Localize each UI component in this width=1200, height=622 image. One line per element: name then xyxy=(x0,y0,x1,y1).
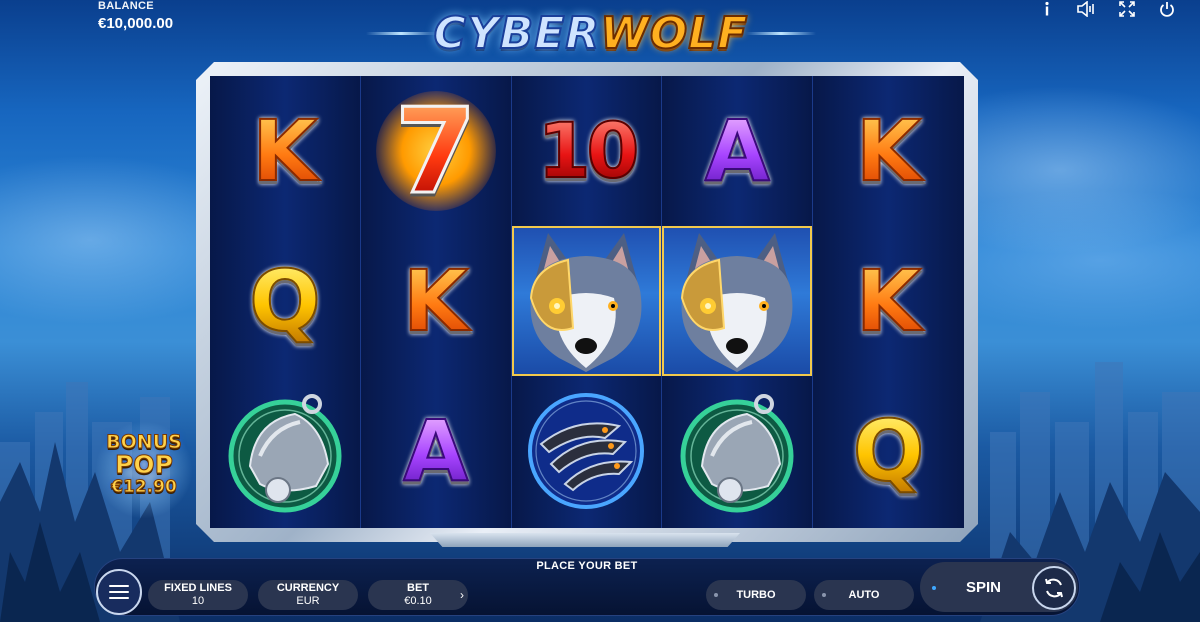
spin-label: SPIN xyxy=(966,579,1002,596)
chevron-right-icon[interactable]: › xyxy=(460,588,464,602)
hamburger-icon xyxy=(109,585,129,587)
info-icon[interactable] xyxy=(1036,0,1058,18)
fixed-lines-display: FIXED LINES 10 xyxy=(148,580,248,610)
turbo-indicator-dot xyxy=(714,593,718,597)
menu-button[interactable] xyxy=(96,569,142,615)
symbol-q: Q xyxy=(852,402,925,500)
cyber-wolf-icon xyxy=(530,233,642,372)
balance-label: BALANCE xyxy=(98,0,154,12)
currency-selector[interactable]: CURRENCY EUR xyxy=(258,580,358,610)
fixed-lines-label: FIXED LINES xyxy=(164,582,232,594)
symbol-k: K xyxy=(251,102,318,200)
reel-1: K Q xyxy=(210,76,361,528)
bonus-pop-amount: €12.90 xyxy=(111,477,178,498)
reel-3: 10 xyxy=(511,76,663,528)
bell-icon xyxy=(228,394,342,513)
control-bar: PLACE YOUR BET FIXED LINES 10 CURRENCY E… xyxy=(94,558,1080,616)
logo-streak-left xyxy=(366,32,436,35)
balance-value: €10,000.00 xyxy=(98,15,174,32)
symbol-wolf xyxy=(511,226,662,376)
cyber-wolf-icon xyxy=(681,233,793,372)
currency-label: CURRENCY xyxy=(276,582,340,594)
logo-wolf-text: WOLF xyxy=(599,7,749,60)
symbol-k: K xyxy=(855,102,922,200)
auto-play-toggle[interactable]: AUTO xyxy=(814,580,914,610)
power-icon[interactable] xyxy=(1156,0,1178,18)
bet-value: €0.10 xyxy=(404,595,432,607)
symbol-k: K xyxy=(855,252,922,350)
reel-4: A xyxy=(662,76,814,528)
bonus-pop-subtitle: POP xyxy=(115,450,174,479)
currency-value: EUR xyxy=(296,595,320,607)
symbol-q: Q xyxy=(248,252,321,350)
bell-icon xyxy=(680,394,794,513)
reel-5: K K Q xyxy=(813,76,964,528)
spin-button[interactable]: SPIN xyxy=(920,562,1078,612)
bet-label: BET xyxy=(407,582,429,594)
symbol-k: K xyxy=(402,252,469,350)
auto-indicator-dot xyxy=(822,593,826,597)
balance-display: BALANCE €10,000.00 xyxy=(98,0,173,32)
bet-selector[interactable]: BET €0.10 xyxy=(368,580,468,610)
symbol-wolf xyxy=(662,226,813,376)
top-toolbar xyxy=(1036,0,1178,18)
game-logo: CYBER WOLF xyxy=(366,4,816,62)
turbo-label: TURBO xyxy=(736,588,776,601)
symbol-a: A xyxy=(402,402,469,500)
symbol-seven: 7 xyxy=(361,76,511,226)
spin-indicator-dot xyxy=(932,586,936,590)
fullscreen-icon[interactable] xyxy=(1116,0,1138,18)
logo-streak-right xyxy=(746,32,816,35)
logo-cyber-text: CYBER xyxy=(433,7,601,60)
claw-icon xyxy=(528,393,645,509)
bonus-pop-title: BONUS xyxy=(106,431,183,453)
reel-grid: K Q 7 K A 10 A K K Q xyxy=(210,76,964,528)
refresh-icon[interactable] xyxy=(1032,566,1076,610)
symbol-a: A xyxy=(704,102,771,200)
bonus-pop-badge: BONUS POP €12.90 xyxy=(96,420,192,520)
symbol-bell xyxy=(662,376,812,526)
turbo-toggle[interactable]: TURBO xyxy=(706,580,806,610)
reel-2: 7 K A xyxy=(360,76,512,528)
symbol-bell xyxy=(210,376,360,526)
sound-icon[interactable] xyxy=(1076,0,1098,18)
reel-frame-tab xyxy=(430,533,740,547)
symbol-claw xyxy=(512,376,662,526)
fixed-lines-value: 10 xyxy=(191,595,205,607)
auto-label: AUTO xyxy=(848,588,880,601)
symbol-ten: 10 xyxy=(537,106,641,195)
